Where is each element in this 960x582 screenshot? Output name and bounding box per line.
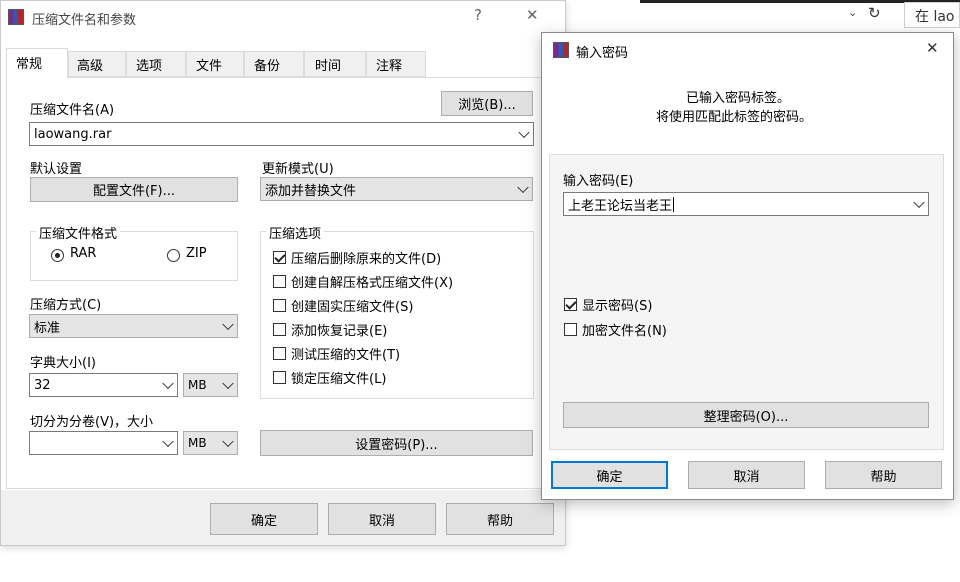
password-cancel-button[interactable]: 取消	[688, 461, 805, 489]
compression-method-select[interactable]: 标准	[29, 314, 238, 338]
refresh-icon[interactable]: ↻	[868, 4, 886, 24]
organize-passwords-button[interactable]: 整理密码(O)...	[563, 402, 929, 428]
option-lock-label: 锁定压缩文件(L)	[291, 372, 387, 387]
compression-method-value: 标准	[34, 320, 61, 336]
tab-advanced[interactable]: 高级	[68, 51, 126, 77]
split-unit-select[interactable]: MB	[183, 431, 238, 455]
password-info-line1: 已输入密码标签。	[686, 91, 791, 106]
format-zip-label: ZIP	[186, 246, 207, 261]
option-recovery-label: 添加恢复记录(E)	[291, 324, 388, 339]
update-mode-label: 更新模式(U)	[262, 162, 334, 177]
option-test-label: 测试压缩的文件(T)	[291, 348, 401, 363]
compression-method-label: 压缩方式(C)	[30, 298, 102, 313]
background-window	[560, 0, 960, 30]
password-combo[interactable]: 上老王论坛当老王	[563, 192, 929, 216]
password-dialog-logo-icon	[553, 42, 569, 58]
dictionary-value: 32	[34, 377, 51, 393]
chevron-down-icon	[222, 435, 234, 448]
tab-options[interactable]: 选项	[126, 51, 186, 77]
chevron-down-icon	[913, 196, 925, 209]
archive-name-value: laowang.rar	[34, 126, 112, 142]
option-solid-label: 创建固实压缩文件(S)	[291, 300, 414, 315]
address-text: 在 lao	[915, 9, 955, 25]
option-solid-checkbox[interactable]	[273, 299, 286, 312]
password-label: 输入密码(E)	[563, 174, 634, 189]
chevron-down-icon	[162, 435, 174, 448]
format-zip-radio[interactable]	[167, 249, 180, 262]
chevron-down-icon	[517, 181, 529, 194]
format-rar-label: RAR	[70, 246, 97, 261]
option-sfx-checkbox[interactable]	[273, 275, 286, 288]
tab-backup[interactable]: 备份	[244, 51, 304, 77]
option-lock-checkbox[interactable]	[273, 371, 286, 384]
encrypt-names-checkbox[interactable]	[564, 323, 577, 336]
text-cursor	[673, 196, 675, 212]
password-help-button[interactable]: 帮助	[825, 461, 942, 489]
encrypt-names-label: 加密文件名(N)	[582, 324, 667, 339]
help-icon[interactable]: ?	[474, 6, 490, 26]
ok-button[interactable]: 确定	[210, 503, 318, 535]
update-mode-select[interactable]: 添加并替换文件	[260, 177, 533, 201]
background-dropdown-icon[interactable]: ⌄	[848, 6, 862, 22]
chevron-down-icon	[222, 318, 234, 331]
option-sfx-label: 创建自解压格式压缩文件(X)	[291, 276, 454, 291]
tab-time[interactable]: 时间	[304, 51, 366, 77]
default-settings-label: 默认设置	[30, 162, 83, 177]
option-test-checkbox[interactable]	[273, 347, 286, 360]
password-ok-button[interactable]: 确定	[551, 461, 668, 489]
password-value: 上老王论坛当老王	[568, 198, 673, 214]
address-bar[interactable]: 在 lao	[904, 2, 960, 28]
archive-name-label: 压缩文件名(A)	[30, 103, 115, 118]
password-dialog-title: 输入密码	[576, 46, 629, 61]
split-label: 切分为分卷(V)，大小	[30, 415, 154, 430]
chevron-down-icon	[518, 126, 530, 139]
dictionary-unit-value: MB	[188, 378, 207, 392]
password-dialog-close-icon[interactable]: ✕	[926, 39, 942, 59]
password-info-line2: 将使用匹配此标签的密码。	[656, 110, 813, 125]
chevron-down-icon	[162, 377, 174, 390]
profiles-button[interactable]: 配置文件(F)...	[30, 177, 238, 202]
option-delete-after-checkbox[interactable]	[273, 251, 286, 264]
browse-button[interactable]: 浏览(B)...	[441, 91, 533, 116]
close-icon[interactable]: ✕	[526, 6, 542, 26]
split-unit-value: MB	[188, 436, 207, 450]
option-delete-after-label: 压缩后删除原来的文件(D)	[291, 252, 442, 267]
update-mode-value: 添加并替换文件	[265, 183, 357, 199]
winrar-logo-icon	[8, 9, 24, 25]
archive-name-combo[interactable]: laowang.rar	[29, 122, 534, 146]
format-rar-radio[interactable]	[51, 249, 64, 262]
tab-comment[interactable]: 注释	[366, 51, 426, 77]
cancel-button[interactable]: 取消	[328, 503, 436, 535]
dictionary-combo[interactable]: 32	[29, 373, 178, 397]
tab-general[interactable]: 常规	[6, 48, 68, 79]
archive-dialog-title: 压缩文件名和参数	[32, 13, 137, 28]
dictionary-unit-select[interactable]: MB	[183, 373, 238, 397]
tab-files[interactable]: 文件	[186, 51, 244, 77]
show-password-checkbox[interactable]	[564, 298, 577, 311]
option-recovery-checkbox[interactable]	[273, 323, 286, 336]
dictionary-label: 字典大小(I)	[30, 356, 96, 371]
format-group-title: 压缩文件格式	[36, 223, 121, 242]
set-password-button[interactable]: 设置密码(P)...	[260, 430, 533, 456]
chevron-down-icon	[222, 377, 234, 390]
split-combo[interactable]	[29, 431, 178, 455]
show-password-label: 显示密码(S)	[582, 299, 653, 314]
help-button[interactable]: 帮助	[446, 503, 554, 535]
options-group-title: 压缩选项	[266, 223, 325, 242]
